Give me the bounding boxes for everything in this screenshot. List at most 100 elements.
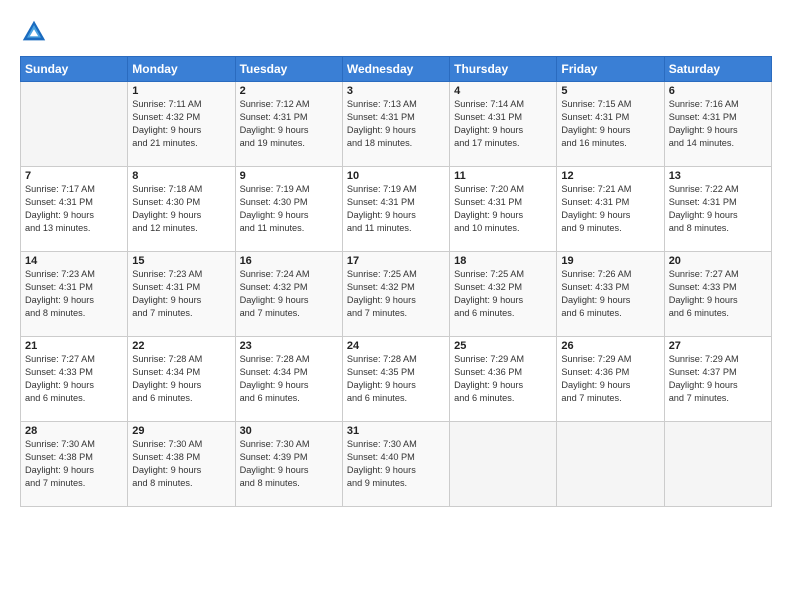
day-info: Sunrise: 7:28 AMSunset: 4:34 PMDaylight:… xyxy=(132,353,230,405)
day-number: 18 xyxy=(454,255,552,267)
calendar-cell xyxy=(557,422,664,507)
day-number: 29 xyxy=(132,425,230,437)
day-info: Sunrise: 7:27 AMSunset: 4:33 PMDaylight:… xyxy=(25,353,123,405)
week-row-3: 14Sunrise: 7:23 AMSunset: 4:31 PMDayligh… xyxy=(21,252,772,337)
day-info: Sunrise: 7:16 AMSunset: 4:31 PMDaylight:… xyxy=(669,98,767,150)
calendar-cell: 19Sunrise: 7:26 AMSunset: 4:33 PMDayligh… xyxy=(557,252,664,337)
day-info: Sunrise: 7:11 AMSunset: 4:32 PMDaylight:… xyxy=(132,98,230,150)
header-day-tuesday: Tuesday xyxy=(235,57,342,82)
day-number: 5 xyxy=(561,85,659,97)
day-info: Sunrise: 7:13 AMSunset: 4:31 PMDaylight:… xyxy=(347,98,445,150)
day-number: 17 xyxy=(347,255,445,267)
calendar-cell xyxy=(450,422,557,507)
calendar-cell: 16Sunrise: 7:24 AMSunset: 4:32 PMDayligh… xyxy=(235,252,342,337)
day-number: 9 xyxy=(240,170,338,182)
day-number: 20 xyxy=(669,255,767,267)
day-info: Sunrise: 7:29 AMSunset: 4:37 PMDaylight:… xyxy=(669,353,767,405)
calendar-cell: 4Sunrise: 7:14 AMSunset: 4:31 PMDaylight… xyxy=(450,82,557,167)
day-info: Sunrise: 7:30 AMSunset: 4:38 PMDaylight:… xyxy=(25,438,123,490)
calendar-cell: 22Sunrise: 7:28 AMSunset: 4:34 PMDayligh… xyxy=(128,337,235,422)
day-number: 24 xyxy=(347,340,445,352)
calendar-cell: 2Sunrise: 7:12 AMSunset: 4:31 PMDaylight… xyxy=(235,82,342,167)
day-info: Sunrise: 7:19 AMSunset: 4:30 PMDaylight:… xyxy=(240,183,338,235)
day-number: 19 xyxy=(561,255,659,267)
day-number: 13 xyxy=(669,170,767,182)
calendar-cell: 1Sunrise: 7:11 AMSunset: 4:32 PMDaylight… xyxy=(128,82,235,167)
day-number: 21 xyxy=(25,340,123,352)
day-number: 15 xyxy=(132,255,230,267)
day-number: 2 xyxy=(240,85,338,97)
day-info: Sunrise: 7:17 AMSunset: 4:31 PMDaylight:… xyxy=(25,183,123,235)
week-row-4: 21Sunrise: 7:27 AMSunset: 4:33 PMDayligh… xyxy=(21,337,772,422)
day-info: Sunrise: 7:12 AMSunset: 4:31 PMDaylight:… xyxy=(240,98,338,150)
day-info: Sunrise: 7:27 AMSunset: 4:33 PMDaylight:… xyxy=(669,268,767,320)
day-info: Sunrise: 7:23 AMSunset: 4:31 PMDaylight:… xyxy=(25,268,123,320)
calendar-cell: 11Sunrise: 7:20 AMSunset: 4:31 PMDayligh… xyxy=(450,167,557,252)
calendar-cell: 12Sunrise: 7:21 AMSunset: 4:31 PMDayligh… xyxy=(557,167,664,252)
calendar-cell xyxy=(21,82,128,167)
day-number: 8 xyxy=(132,170,230,182)
day-info: Sunrise: 7:24 AMSunset: 4:32 PMDaylight:… xyxy=(240,268,338,320)
day-info: Sunrise: 7:25 AMSunset: 4:32 PMDaylight:… xyxy=(347,268,445,320)
calendar-cell: 6Sunrise: 7:16 AMSunset: 4:31 PMDaylight… xyxy=(664,82,771,167)
day-number: 31 xyxy=(347,425,445,437)
header-day-wednesday: Wednesday xyxy=(342,57,449,82)
logo xyxy=(20,18,50,46)
header-row: SundayMondayTuesdayWednesdayThursdayFrid… xyxy=(21,57,772,82)
day-info: Sunrise: 7:30 AMSunset: 4:38 PMDaylight:… xyxy=(132,438,230,490)
header-day-monday: Monday xyxy=(128,57,235,82)
calendar-cell: 14Sunrise: 7:23 AMSunset: 4:31 PMDayligh… xyxy=(21,252,128,337)
calendar-cell: 21Sunrise: 7:27 AMSunset: 4:33 PMDayligh… xyxy=(21,337,128,422)
day-info: Sunrise: 7:29 AMSunset: 4:36 PMDaylight:… xyxy=(454,353,552,405)
calendar-cell: 9Sunrise: 7:19 AMSunset: 4:30 PMDaylight… xyxy=(235,167,342,252)
day-number: 6 xyxy=(669,85,767,97)
day-info: Sunrise: 7:18 AMSunset: 4:30 PMDaylight:… xyxy=(132,183,230,235)
day-info: Sunrise: 7:25 AMSunset: 4:32 PMDaylight:… xyxy=(454,268,552,320)
header-day-saturday: Saturday xyxy=(664,57,771,82)
calendar-cell: 24Sunrise: 7:28 AMSunset: 4:35 PMDayligh… xyxy=(342,337,449,422)
calendar-cell: 10Sunrise: 7:19 AMSunset: 4:31 PMDayligh… xyxy=(342,167,449,252)
page: SundayMondayTuesdayWednesdayThursdayFrid… xyxy=(0,0,792,612)
day-number: 27 xyxy=(669,340,767,352)
day-info: Sunrise: 7:29 AMSunset: 4:36 PMDaylight:… xyxy=(561,353,659,405)
calendar-cell: 30Sunrise: 7:30 AMSunset: 4:39 PMDayligh… xyxy=(235,422,342,507)
day-number: 7 xyxy=(25,170,123,182)
calendar-cell: 23Sunrise: 7:28 AMSunset: 4:34 PMDayligh… xyxy=(235,337,342,422)
week-row-2: 7Sunrise: 7:17 AMSunset: 4:31 PMDaylight… xyxy=(21,167,772,252)
calendar-cell: 27Sunrise: 7:29 AMSunset: 4:37 PMDayligh… xyxy=(664,337,771,422)
day-info: Sunrise: 7:30 AMSunset: 4:39 PMDaylight:… xyxy=(240,438,338,490)
header-day-sunday: Sunday xyxy=(21,57,128,82)
day-number: 22 xyxy=(132,340,230,352)
day-info: Sunrise: 7:28 AMSunset: 4:34 PMDaylight:… xyxy=(240,353,338,405)
calendar-cell: 26Sunrise: 7:29 AMSunset: 4:36 PMDayligh… xyxy=(557,337,664,422)
day-info: Sunrise: 7:20 AMSunset: 4:31 PMDaylight:… xyxy=(454,183,552,235)
calendar-cell: 17Sunrise: 7:25 AMSunset: 4:32 PMDayligh… xyxy=(342,252,449,337)
calendar-cell: 13Sunrise: 7:22 AMSunset: 4:31 PMDayligh… xyxy=(664,167,771,252)
day-number: 23 xyxy=(240,340,338,352)
day-number: 16 xyxy=(240,255,338,267)
calendar-cell: 25Sunrise: 7:29 AMSunset: 4:36 PMDayligh… xyxy=(450,337,557,422)
day-number: 3 xyxy=(347,85,445,97)
day-info: Sunrise: 7:28 AMSunset: 4:35 PMDaylight:… xyxy=(347,353,445,405)
header-day-friday: Friday xyxy=(557,57,664,82)
calendar-table: SundayMondayTuesdayWednesdayThursdayFrid… xyxy=(20,56,772,507)
calendar-cell xyxy=(664,422,771,507)
calendar-cell: 8Sunrise: 7:18 AMSunset: 4:30 PMDaylight… xyxy=(128,167,235,252)
calendar-cell: 15Sunrise: 7:23 AMSunset: 4:31 PMDayligh… xyxy=(128,252,235,337)
day-number: 12 xyxy=(561,170,659,182)
day-info: Sunrise: 7:21 AMSunset: 4:31 PMDaylight:… xyxy=(561,183,659,235)
day-number: 4 xyxy=(454,85,552,97)
day-number: 30 xyxy=(240,425,338,437)
day-info: Sunrise: 7:14 AMSunset: 4:31 PMDaylight:… xyxy=(454,98,552,150)
day-number: 25 xyxy=(454,340,552,352)
day-number: 10 xyxy=(347,170,445,182)
day-info: Sunrise: 7:19 AMSunset: 4:31 PMDaylight:… xyxy=(347,183,445,235)
header xyxy=(20,18,772,46)
day-number: 1 xyxy=(132,85,230,97)
calendar-header: SundayMondayTuesdayWednesdayThursdayFrid… xyxy=(21,57,772,82)
day-info: Sunrise: 7:22 AMSunset: 4:31 PMDaylight:… xyxy=(669,183,767,235)
day-info: Sunrise: 7:23 AMSunset: 4:31 PMDaylight:… xyxy=(132,268,230,320)
calendar-cell: 5Sunrise: 7:15 AMSunset: 4:31 PMDaylight… xyxy=(557,82,664,167)
calendar-cell: 28Sunrise: 7:30 AMSunset: 4:38 PMDayligh… xyxy=(21,422,128,507)
day-number: 26 xyxy=(561,340,659,352)
